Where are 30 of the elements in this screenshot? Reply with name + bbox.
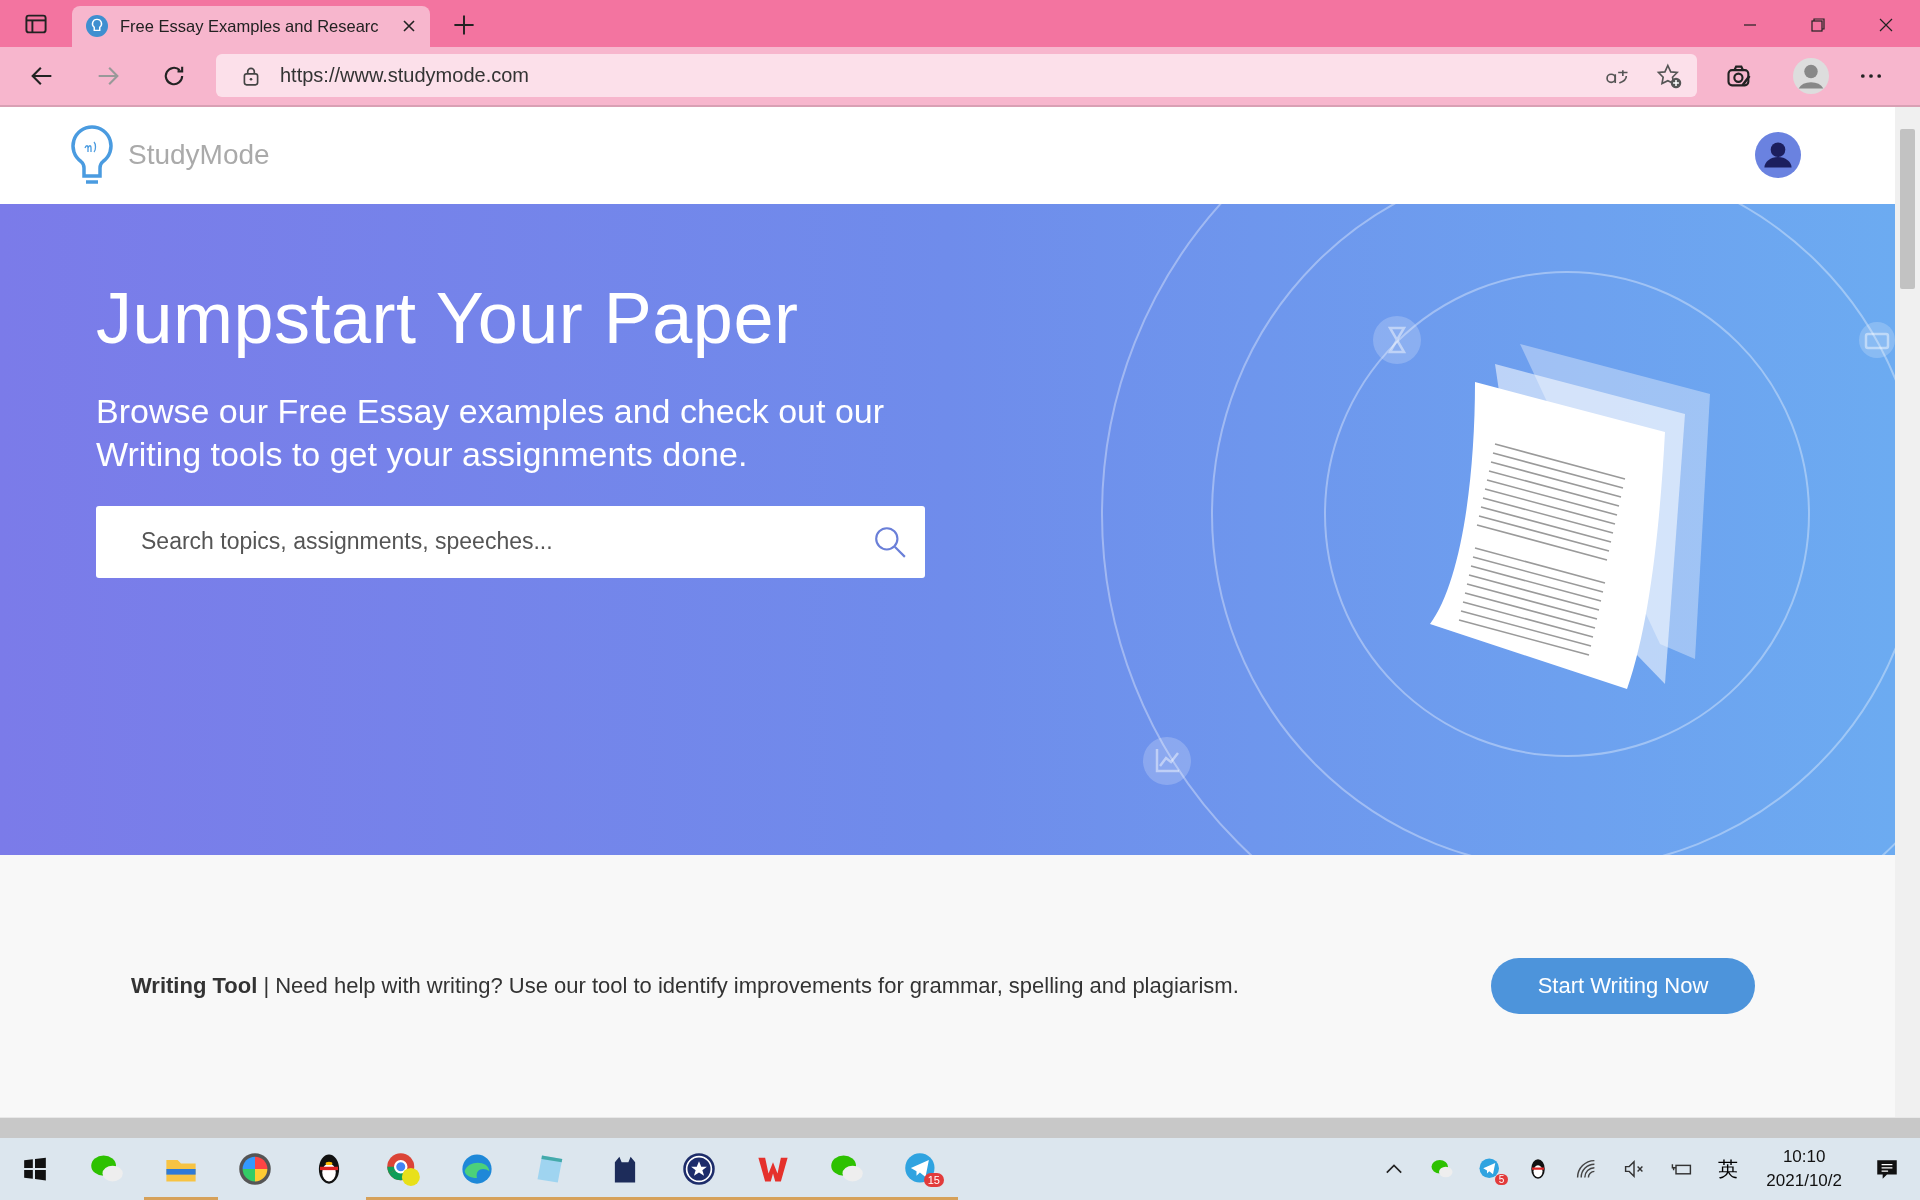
taskbar-button[interactable]: 15 [884,1138,958,1200]
notification-badge: 5 [1494,1174,1509,1185]
profile-icon[interactable] [1793,57,1829,94]
clock-date[interactable]: 2021/10/2 [1766,1169,1842,1193]
tab-title: Free Essay Examples and Researc [120,16,380,36]
horizontal-scrollbar[interactable] [0,1117,1920,1138]
swirl-icon [459,1151,495,1187]
add-favorite-icon[interactable] [1655,61,1683,90]
shield-icon [681,1151,717,1187]
vertical-scrollbar[interactable] [1895,106,1920,1117]
bulb-logo-icon[interactable] [70,124,114,187]
hero-subtitle: Browse our Free Essay examples and check out our Writing tools to get your assignments done. [96,390,886,475]
browser-icon [385,1151,421,1187]
chart-icon [1143,736,1191,785]
notification-badge: 15 [923,1173,944,1187]
browser-tab[interactable]: Free Essay Examples and Researc [72,5,430,47]
hourglass-icon [1373,315,1421,364]
start-icon[interactable] [22,1156,48,1182]
search-field[interactable]: Search topics, assignments, speeches... [96,505,925,578]
account-icon[interactable] [1755,132,1801,179]
input-language[interactable]: 英 [1718,1155,1739,1183]
color-wheel-icon [237,1151,273,1187]
bulb-icon [86,15,108,38]
search-icon[interactable] [873,524,907,559]
close-icon[interactable] [402,19,416,34]
new-tab-icon[interactable] [452,12,476,37]
address-bar[interactable]: https://www.studymode.com [216,54,1697,98]
briefcase-icon [1859,321,1895,358]
writing-tool-text: Writing Tool | Need help with writing? Use our tool to identify improvements for grammar, spelling and plagiarism. [131,972,1240,999]
clock-time[interactable]: 10:10 [1782,1145,1826,1169]
